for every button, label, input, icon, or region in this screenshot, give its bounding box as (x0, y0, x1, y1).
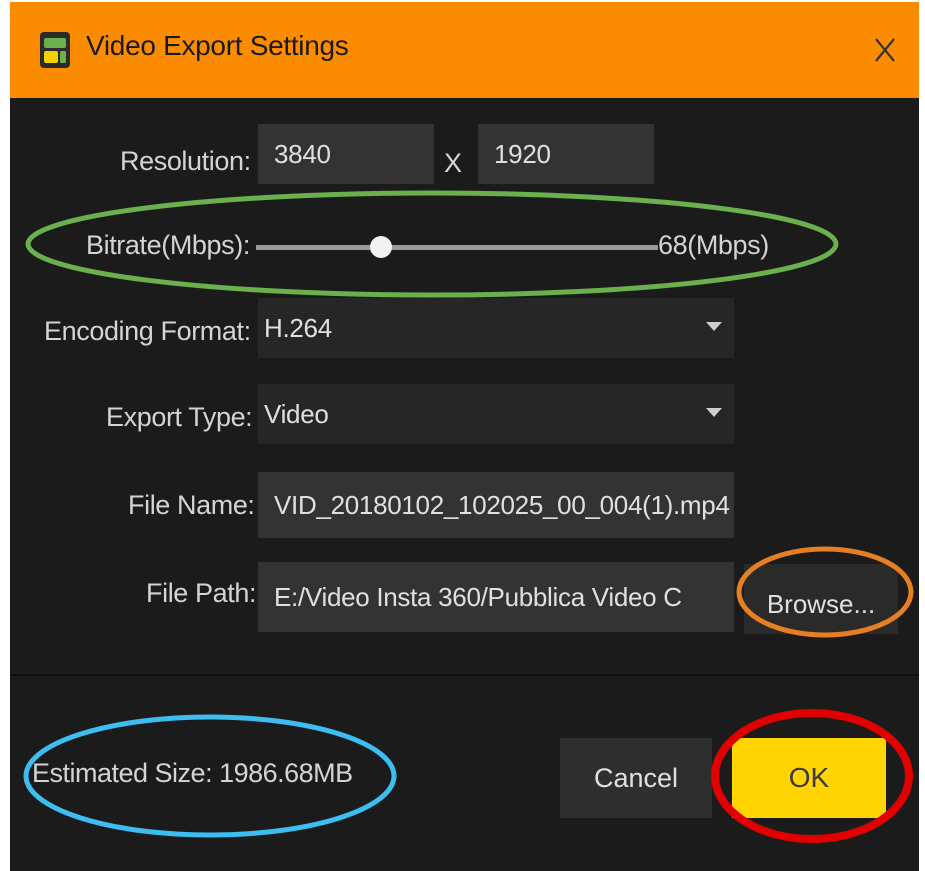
export-type-select[interactable]: Video (258, 384, 734, 444)
export-type-value: Video (264, 398, 329, 429)
resolution-width-input[interactable]: 3840 (258, 124, 434, 184)
estimated-size-text: Estimated Size: 1986.68MB (32, 758, 353, 788)
browse-button[interactable]: Browse... (744, 564, 898, 634)
file-name-input[interactable]: VID_20180102_102025_00_004(1).mp4 (258, 472, 734, 538)
resolution-label: Resolution: (120, 146, 251, 176)
resolution-separator: X (444, 148, 462, 178)
bitrate-value: 68(Mbps) (658, 230, 769, 260)
file-path-label: File Path: (146, 578, 257, 608)
bitrate-label: Bitrate(Mbps): (86, 230, 250, 260)
cancel-button[interactable]: Cancel (560, 738, 712, 818)
encoding-format-label: Encoding Format: (44, 316, 251, 346)
export-type-label: Export Type: (106, 402, 253, 432)
chevron-down-icon (706, 322, 722, 331)
close-icon (875, 38, 895, 62)
file-path-input[interactable]: E:/Video Insta 360/Pubblica Video C (258, 562, 734, 632)
slider-knob-icon[interactable] (369, 236, 392, 258)
footer-divider (10, 674, 919, 676)
chevron-down-icon (706, 408, 722, 417)
video-export-dialog: Video Export Settings Resolution: 3840 X… (10, 2, 919, 871)
encoding-format-select[interactable]: H.264 (258, 298, 734, 358)
bitrate-slider-track[interactable] (256, 245, 658, 250)
encoding-format-value: H.264 (264, 312, 332, 343)
file-name-label: File Name: (128, 490, 255, 520)
title-bar: Video Export Settings (10, 2, 919, 98)
window-title: Video Export Settings (86, 30, 349, 61)
ok-button[interactable]: OK (732, 738, 886, 818)
resolution-height-input[interactable]: 1920 (478, 124, 654, 184)
close-button[interactable] (860, 22, 910, 78)
app-logo-icon (40, 32, 70, 68)
